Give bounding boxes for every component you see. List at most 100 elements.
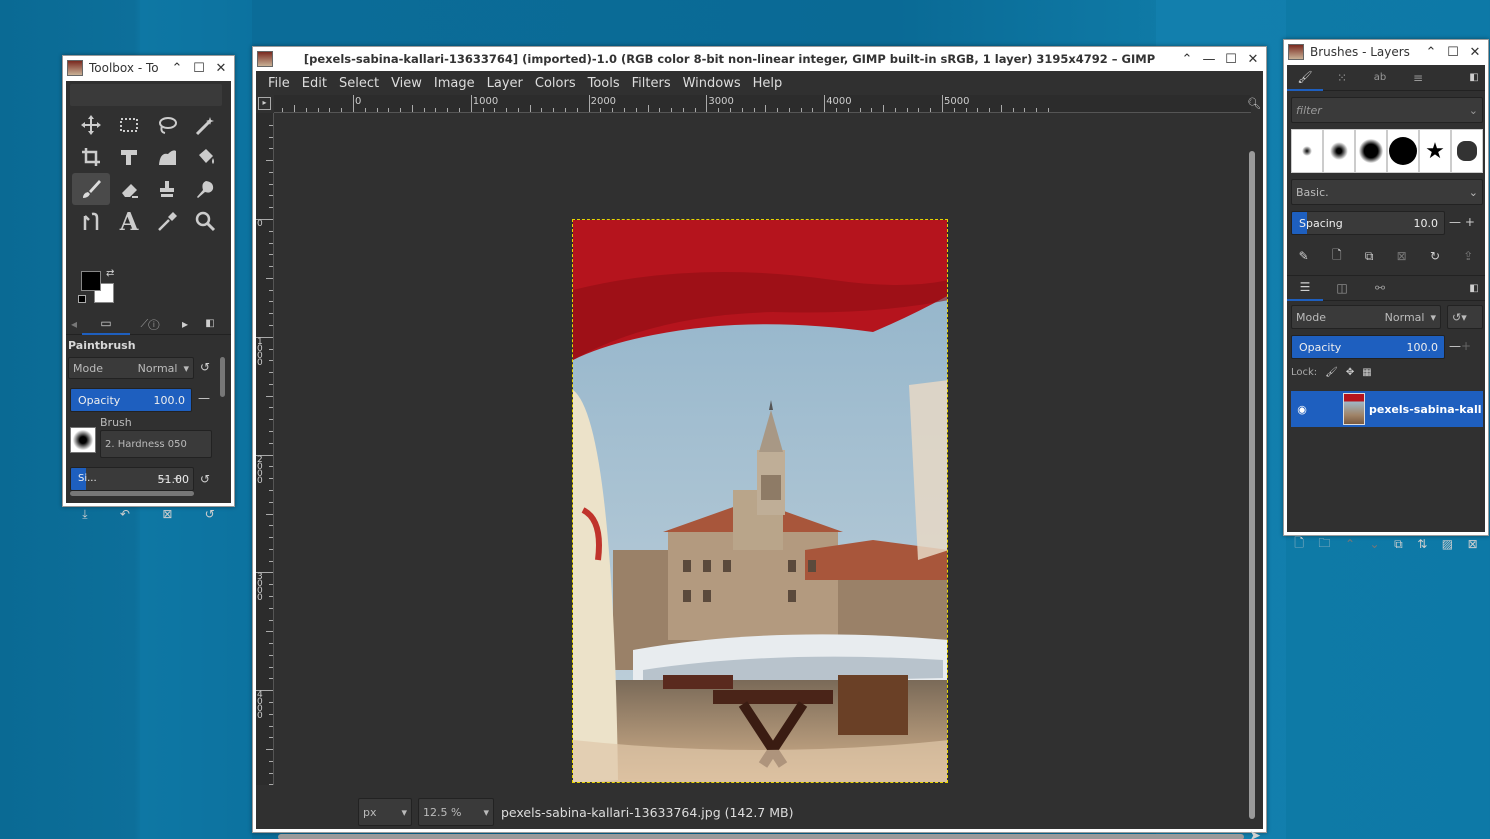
shade-icon[interactable]: ⌃ xyxy=(1424,45,1438,60)
fg-bg-colors[interactable]: ⇄ xyxy=(78,268,122,311)
zoom-fit-icon[interactable]: 🔍︎ xyxy=(1247,97,1261,110)
delete-layer-icon[interactable]: ⊠ xyxy=(1468,537,1478,551)
close-icon[interactable]: ✕ xyxy=(1246,52,1260,67)
warp-transform-icon[interactable] xyxy=(148,141,186,173)
tab-patterns[interactable]: ⁙ xyxy=(1323,71,1361,85)
open-as-image-icon[interactable]: ⇪ xyxy=(1463,249,1473,263)
layer-mode-select[interactable]: Mode Normal ▾ xyxy=(1291,305,1441,329)
delete-options-icon[interactable]: ⊠ xyxy=(162,507,172,521)
spacing-slider[interactable]: Spacing 10.0 xyxy=(1291,211,1445,235)
lower-layer-icon[interactable]: ⌄ xyxy=(1370,537,1380,551)
horizontal-ruler[interactable]: -2000-1000010002000300040005000 xyxy=(274,95,1251,113)
tab-paths[interactable]: ⚯ xyxy=(1361,281,1399,295)
raise-layer-icon[interactable]: ⌃ xyxy=(1345,537,1355,551)
move-tool-icon[interactable] xyxy=(72,109,110,141)
toolbox-titlebar[interactable]: Toolbox - To ⌃ ☐ ✕ xyxy=(63,56,234,80)
text-tool-icon[interactable]: A xyxy=(110,205,148,237)
tab-brushes[interactable]: 🖌︎ xyxy=(1287,65,1323,91)
crop-icon[interactable] xyxy=(72,141,110,173)
brush-set-select[interactable]: Basic. ⌄ xyxy=(1291,179,1483,205)
brush-filter-input[interactable]: filter ⌄ xyxy=(1291,97,1483,123)
minimize-icon[interactable]: — xyxy=(1202,52,1216,67)
paintbrush-icon[interactable] xyxy=(72,173,110,205)
tab-layers[interactable]: ☰ xyxy=(1287,275,1323,301)
reset-options-icon[interactable]: ↺ xyxy=(205,507,215,521)
delete-brush-icon[interactable]: ⊠ xyxy=(1397,249,1407,263)
brush-preview[interactable] xyxy=(70,427,96,453)
fuzzy-select-icon[interactable] xyxy=(186,109,224,141)
size-decrease-icon[interactable]: — + xyxy=(158,472,182,485)
vertical-scrollbar[interactable] xyxy=(1249,151,1255,819)
clone-icon[interactable] xyxy=(148,173,186,205)
eraser-icon[interactable] xyxy=(110,173,148,205)
color-picker-icon[interactable] xyxy=(148,205,186,237)
brush-swatch[interactable] xyxy=(1291,129,1323,173)
menu-colors[interactable]: Colors xyxy=(529,76,582,91)
image-titlebar[interactable]: [pexels-sabina-kallari-13633764] (import… xyxy=(253,47,1266,71)
menu-image[interactable]: Image xyxy=(428,76,481,91)
lock-alpha-icon[interactable]: ▦ xyxy=(1362,367,1371,378)
quick-mask-corner[interactable]: ▸ xyxy=(258,97,271,110)
maximize-icon[interactable]: ☐ xyxy=(1224,52,1238,67)
dock-menu-icon[interactable]: ◧ xyxy=(1463,72,1485,83)
menu-file[interactable]: File xyxy=(262,76,296,91)
zoom-select[interactable]: 12.5 % ▾ xyxy=(418,798,494,826)
maximize-icon[interactable]: ☐ xyxy=(1446,45,1460,60)
maximize-icon[interactable]: ☐ xyxy=(192,61,206,76)
brush-swatch-star[interactable]: ★ xyxy=(1419,129,1451,173)
new-brush-icon[interactable]: 🗋︎ xyxy=(1332,246,1342,267)
menu-tools[interactable]: Tools xyxy=(582,76,626,91)
lasso-icon[interactable] xyxy=(148,109,186,141)
close-icon[interactable]: ✕ xyxy=(214,61,228,76)
reset-mode-icon[interactable]: ↺ xyxy=(200,360,210,374)
layer-mask-icon[interactable]: ▨ xyxy=(1442,537,1453,551)
swap-colors-icon[interactable]: ⇄ xyxy=(106,268,114,279)
brush-swatch[interactable] xyxy=(1355,129,1387,173)
dock-titlebar[interactable]: Brushes - Layers ⌃ ☐ ✕ xyxy=(1284,40,1488,64)
shade-icon[interactable]: ⌃ xyxy=(170,61,184,76)
refresh-brushes-icon[interactable]: ↻ xyxy=(1430,249,1440,263)
layer-mode-reset[interactable]: ↺▾ xyxy=(1447,305,1483,329)
bucket-fill-icon[interactable] xyxy=(186,141,224,173)
shade-icon[interactable]: ⌃ xyxy=(1180,52,1194,67)
smudge-icon[interactable] xyxy=(186,173,224,205)
edit-brush-icon[interactable]: ✎ xyxy=(1299,249,1309,263)
dock-menu-icon[interactable]: ◧ xyxy=(200,318,220,329)
tab-tool-options[interactable]: ▭ xyxy=(82,313,130,335)
brush-swatch[interactable] xyxy=(1323,129,1355,173)
tab-device-status[interactable]: ⟋ⓘ xyxy=(130,317,170,331)
brush-swatch[interactable] xyxy=(1387,129,1419,173)
navigate-icon[interactable]: ➤ xyxy=(1249,828,1261,839)
canvas-area[interactable]: ▸ -2000-1000010002000300040005000 🔍︎ 010… xyxy=(256,95,1263,839)
menu-select[interactable]: Select xyxy=(333,76,385,91)
menu-edit[interactable]: Edit xyxy=(296,76,333,91)
new-layer-icon[interactable]: 🗋︎ xyxy=(1294,534,1304,555)
default-colors-icon[interactable] xyxy=(78,295,86,303)
layer-opacity-stepper-icon[interactable]: — + xyxy=(1449,339,1471,353)
lock-pixels-icon[interactable]: 🖌︎ xyxy=(1325,367,1338,378)
foreground-color-swatch[interactable] xyxy=(81,271,101,291)
close-icon[interactable]: ✕ xyxy=(1468,45,1482,60)
tab-document-history[interactable]: ≡ xyxy=(1399,71,1437,85)
tab-scroll-right-icon[interactable]: ▸ xyxy=(170,317,200,331)
unified-transform-icon[interactable] xyxy=(110,141,148,173)
menu-windows[interactable]: Windows xyxy=(677,76,747,91)
restore-options-icon[interactable]: ↶ xyxy=(120,507,130,521)
layer-item[interactable]: ◉ pexels-sabina-kall xyxy=(1291,391,1483,427)
layer-opacity-slider[interactable]: Opacity 100.0 xyxy=(1291,335,1445,359)
zoom-tool-icon[interactable] xyxy=(186,205,224,237)
paths-icon[interactable] xyxy=(72,205,110,237)
mode-row[interactable]: Mode Normal ▾ xyxy=(68,357,194,379)
spacing-stepper-icon[interactable]: — + xyxy=(1449,215,1475,229)
lock-position-icon[interactable]: ✥ xyxy=(1346,367,1354,378)
merge-layer-icon[interactable]: ⇅ xyxy=(1417,537,1427,551)
menu-view[interactable]: View xyxy=(385,76,428,91)
opacity-decrease-icon[interactable]: — xyxy=(198,391,210,405)
opacity-slider[interactable]: Opacity 100.0 xyxy=(70,388,192,412)
mode-select[interactable]: Mode Normal ▾ xyxy=(68,357,194,379)
new-layer-group-icon[interactable]: 🗀︎ xyxy=(1318,534,1330,555)
dock-menu-icon[interactable]: ◧ xyxy=(1463,283,1485,294)
duplicate-brush-icon[interactable]: ⧉ xyxy=(1365,249,1374,264)
tool-options-vscroll[interactable] xyxy=(220,357,225,397)
menu-help[interactable]: Help xyxy=(747,76,789,91)
